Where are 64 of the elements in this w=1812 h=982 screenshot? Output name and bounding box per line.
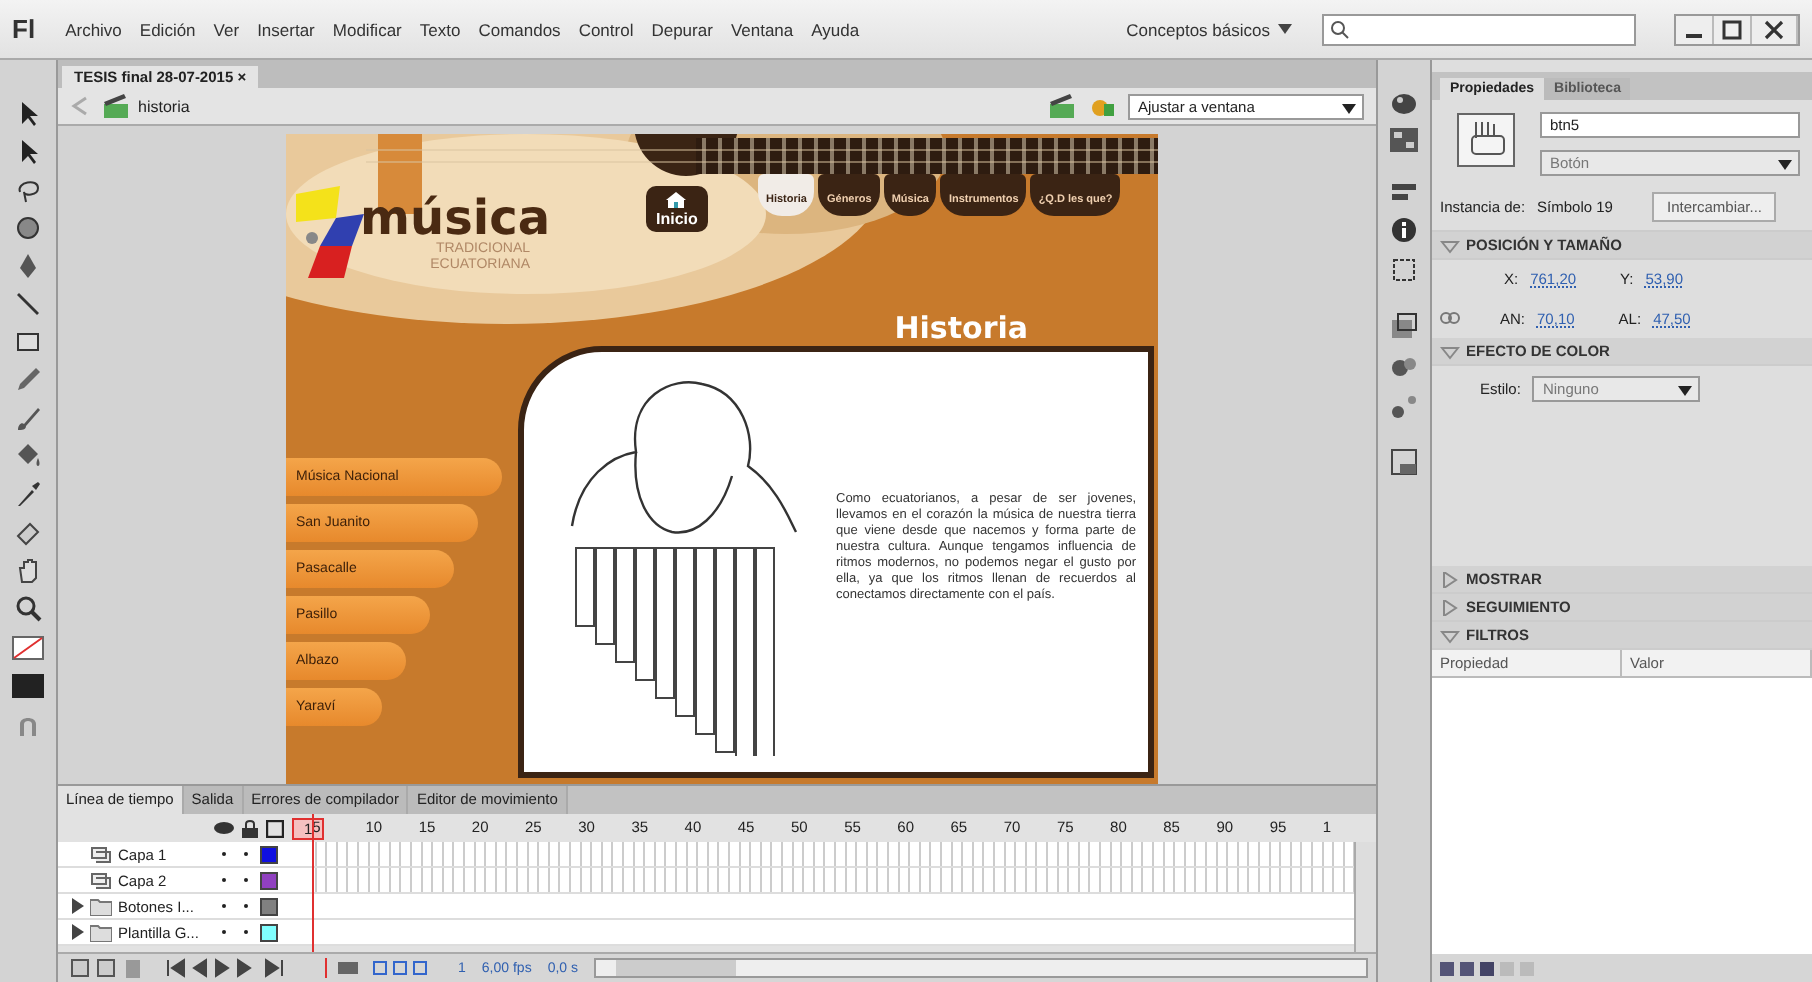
home-button[interactable]: Inicio — [646, 186, 708, 232]
logo-title: música — [360, 194, 551, 242]
menu-item[interactable]: Control — [578, 19, 634, 39]
info-icon[interactable] — [1390, 216, 1418, 244]
hand-tool-icon[interactable] — [14, 556, 42, 584]
swatches-icon[interactable] — [1390, 128, 1418, 152]
circle-tool-icon[interactable] — [14, 214, 42, 242]
menu-item[interactable]: Insertar — [257, 19, 315, 39]
palette-icon[interactable] — [1390, 92, 1418, 116]
align-icon[interactable] — [1390, 180, 1418, 204]
scrollbar[interactable] — [1354, 842, 1376, 952]
flag-profile-drawing — [296, 186, 368, 278]
eye-icon[interactable] — [214, 820, 235, 836]
button-symbol-icon — [1456, 112, 1516, 168]
scene-name[interactable]: historia — [138, 97, 190, 115]
layer-icon — [90, 871, 112, 889]
brush-tool-icon[interactable] — [14, 404, 42, 432]
menu-item[interactable]: Comandos — [478, 19, 561, 39]
outline-icon[interactable] — [266, 819, 285, 837]
house-icon — [664, 190, 689, 210]
line-tool-icon[interactable] — [14, 290, 42, 318]
caret-icon — [1778, 160, 1792, 170]
page-heading: Historia — [894, 310, 1028, 346]
app-logo: Fl — [12, 14, 36, 44]
dropper-tool-icon[interactable] — [14, 480, 42, 508]
motion-presets-icon[interactable] — [1390, 392, 1418, 420]
search-icon — [1330, 19, 1350, 39]
search-icon[interactable] — [14, 594, 42, 622]
filter-buttons-icon[interactable] — [1440, 959, 1540, 977]
lock-icon[interactable] — [242, 819, 259, 837]
menu-item[interactable]: Depurar — [651, 19, 713, 39]
search-field[interactable] — [1322, 13, 1636, 45]
caret-icon — [1342, 103, 1356, 113]
fill-color-swatch[interactable] — [12, 674, 44, 698]
menu-item[interactable]: Ayuda — [811, 19, 860, 39]
stroke-color-swatch[interactable] — [12, 636, 44, 660]
components-list-icon[interactable] — [1390, 448, 1418, 476]
pencil-tool-icon[interactable] — [14, 366, 42, 394]
layer-color-swatch[interactable] — [260, 845, 278, 863]
menu-item[interactable]: Archivo — [65, 19, 122, 39]
pen-tool-icon[interactable] — [14, 252, 42, 280]
menu-item[interactable]: Edición — [139, 19, 196, 39]
transform-icon[interactable] — [1390, 256, 1418, 284]
menu-item[interactable]: Modificar — [332, 19, 402, 39]
library-icon[interactable] — [1390, 352, 1418, 380]
caret-icon — [1278, 24, 1292, 34]
rect-tool-icon[interactable] — [14, 328, 42, 356]
workspace-menu[interactable]: Conceptos básicos — [1126, 19, 1292, 39]
caret-icon — [1678, 386, 1693, 396]
components-icon[interactable] — [1390, 312, 1418, 340]
layer-color-swatch[interactable] — [260, 871, 278, 889]
eraser-tool-icon[interactable] — [14, 518, 42, 546]
bucket-tool-icon[interactable] — [14, 442, 42, 470]
menu-item[interactable]: Ventana — [730, 19, 794, 39]
layer-icon — [90, 845, 112, 863]
lock-proportions-icon[interactable] — [1440, 308, 1460, 328]
lasso-tool-icon[interactable] — [14, 176, 42, 204]
edit-scene-icon[interactable] — [1048, 92, 1080, 120]
layer-color-swatch[interactable] — [260, 923, 278, 941]
scrollbar[interactable] — [594, 958, 1368, 978]
menu-item[interactable]: Ver — [213, 19, 240, 39]
layer-color-swatch[interactable] — [260, 897, 278, 915]
menu-item[interactable]: Texto — [419, 19, 461, 39]
clapperboard-icon — [102, 94, 130, 118]
